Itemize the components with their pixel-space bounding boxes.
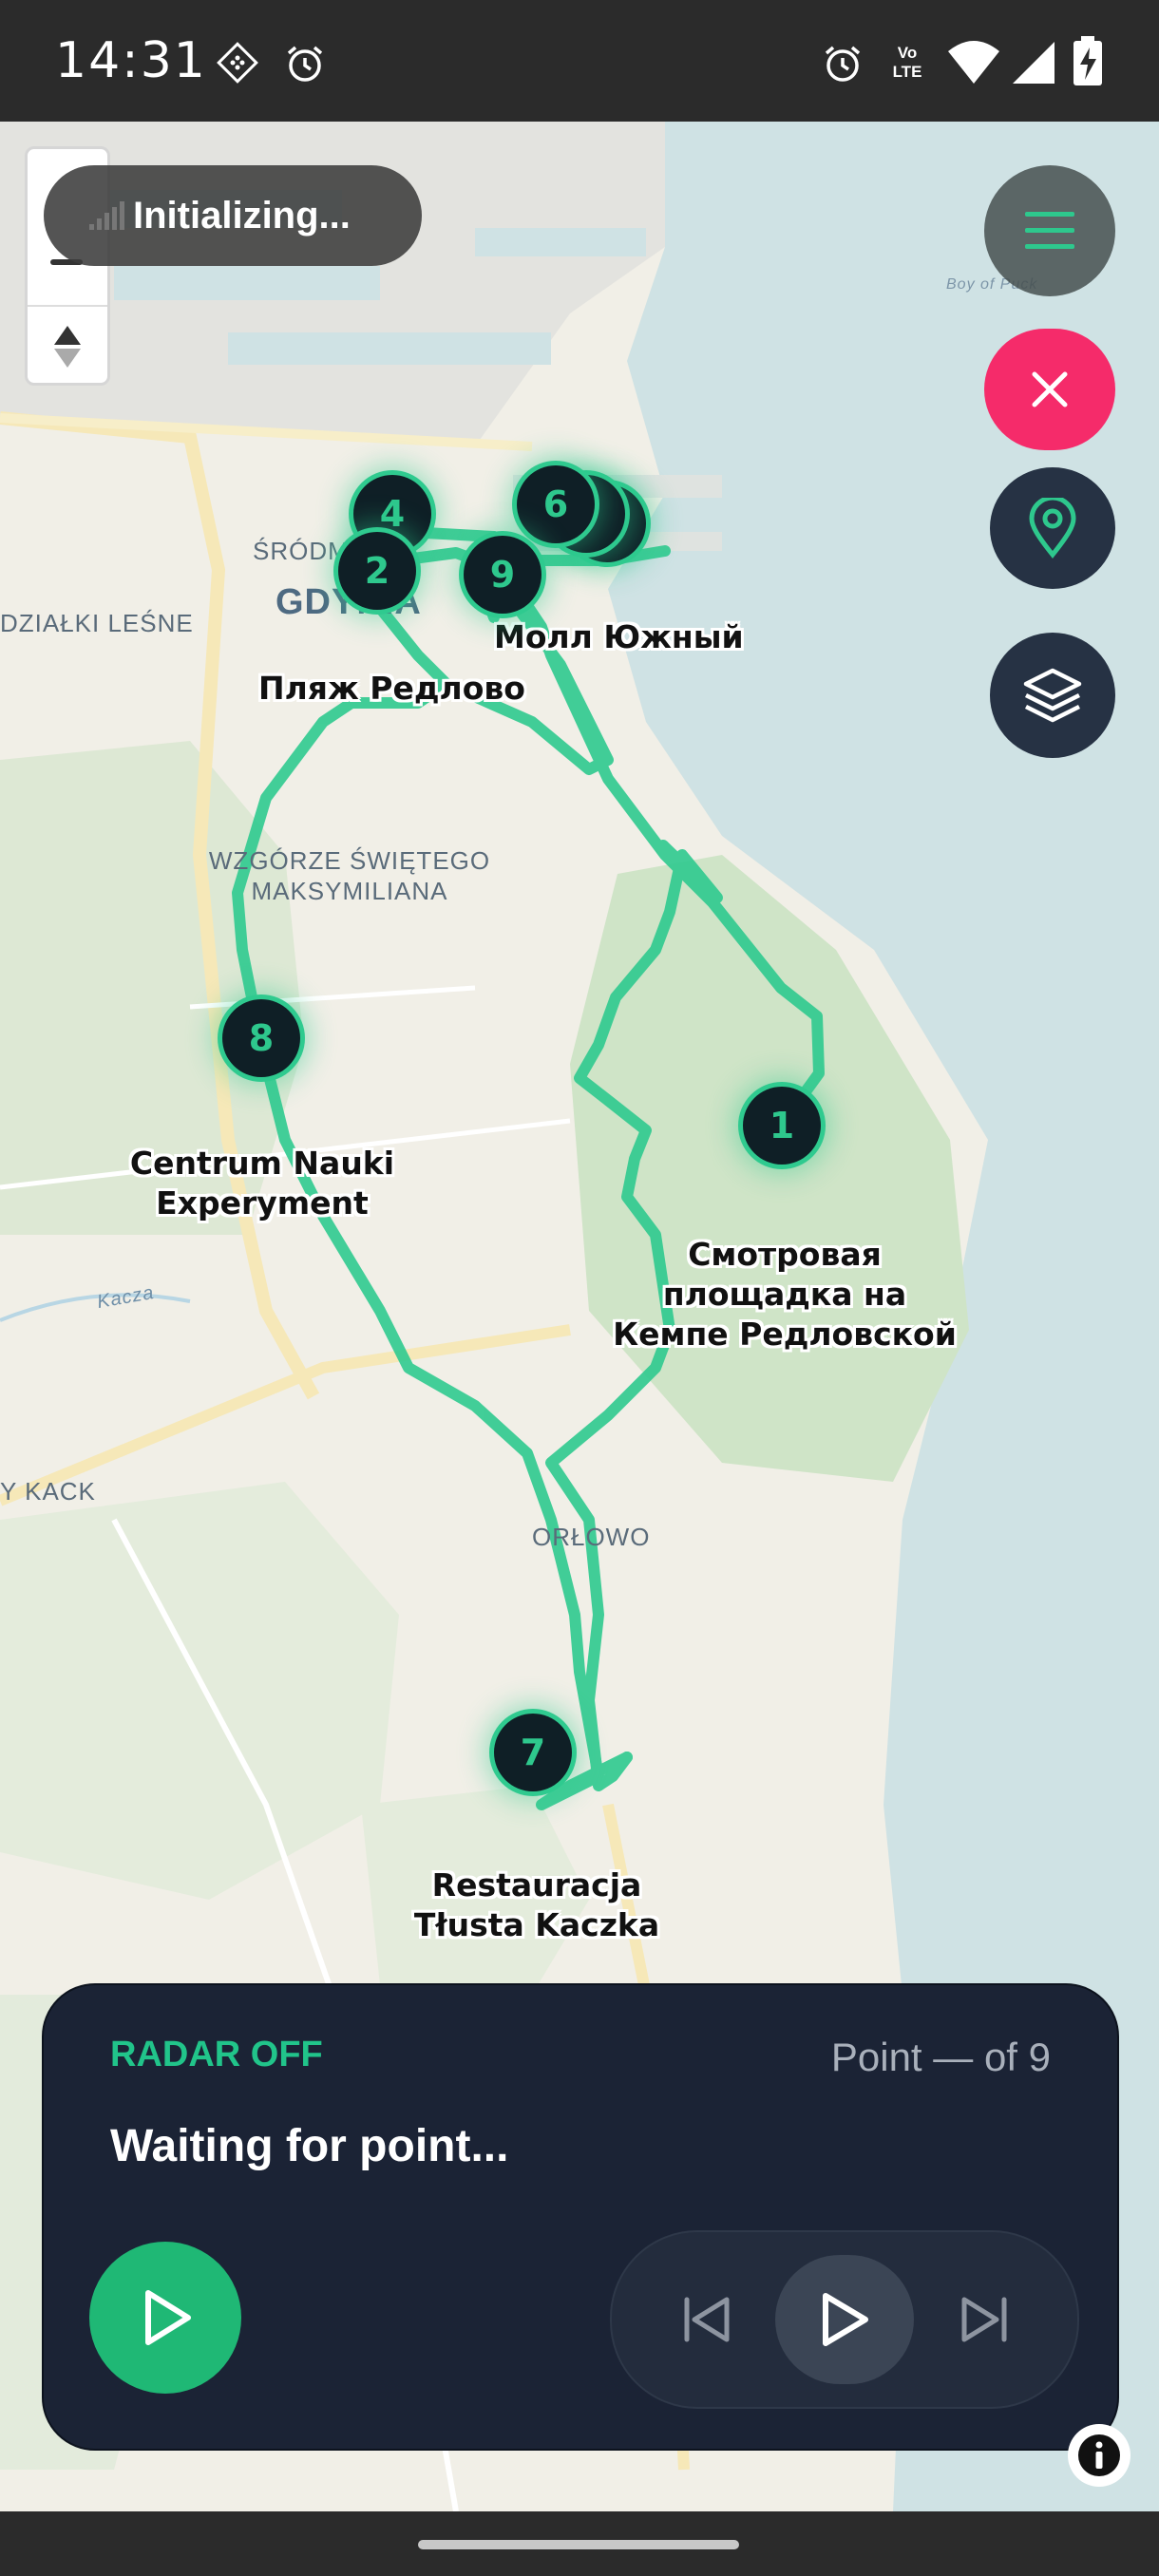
menu-button[interactable] [984, 165, 1115, 296]
area-label-orlowo: ORŁOWO [532, 1523, 651, 1551]
status-message: Waiting for point... [110, 2121, 509, 2171]
close-icon [1032, 371, 1068, 407]
map-layers-button[interactable] [990, 633, 1115, 758]
alarm-icon [287, 46, 323, 82]
battery-charging-icon [1074, 36, 1102, 85]
compass-icon[interactable] [50, 324, 85, 369]
poi-label-plyazh: Пляж Редлово [258, 670, 525, 707]
volte-icon: Vo LTE [892, 44, 922, 81]
route-marker-9[interactable]: 9 [464, 536, 542, 614]
map-attribution-button[interactable] [1068, 2424, 1130, 2487]
poi-label-centrum-nauki: Centrum Nauki Experyment [129, 1145, 395, 1222]
poi-label-restauracja: Restauracja Tłusta Kaczka [413, 1866, 660, 1943]
wifi-icon [948, 41, 999, 84]
poi-label-smotrovaya: Смотровая площадка на Кемпе Редловской [613, 1236, 957, 1353]
start-tour-button[interactable] [89, 2242, 241, 2394]
area-label-wzgorze: WZGÓRZE ŚWIĘTEGO MAKSYMILIANA [208, 846, 491, 905]
audio-player-controls [610, 2230, 1079, 2409]
route-marker-7[interactable]: 7 [494, 1714, 572, 1791]
route-marker-6[interactable]: 6 [517, 465, 595, 543]
home-gesture-handle[interactable] [418, 2540, 739, 2549]
point-counter: Point — of 9 [830, 2035, 1051, 2079]
route-marker-1[interactable]: 1 [743, 1087, 821, 1165]
area-label-dzialki-lesne: DZIAŁKI LEŚNE [0, 609, 194, 637]
system-navigation-bar [0, 2511, 1159, 2576]
play-icon [823, 2293, 868, 2346]
zoom-divider [28, 305, 107, 307]
initializing-toast: Initializing... [44, 165, 422, 266]
location-pin-icon [1029, 498, 1076, 559]
previous-point-button[interactable] [659, 2232, 754, 2407]
menu-icon [1025, 212, 1074, 249]
toast-label: Initializing... [133, 194, 351, 237]
play-icon [145, 2290, 191, 2345]
play-audio-button[interactable] [775, 2255, 914, 2384]
tour-control-panel: RADAR OFF Point — of 9 Waiting for point… [42, 1983, 1119, 2451]
area-label-srodmiescie: ŚRÓDM [253, 537, 350, 565]
status-bar: 14:31 Vo LTE [0, 0, 1159, 122]
info-icon [1078, 2434, 1120, 2476]
my-location-button[interactable] [990, 467, 1115, 589]
poi-label-moll: Молл Южный [494, 618, 744, 655]
skip-next-icon [961, 2297, 1007, 2342]
signal-bars-icon [89, 201, 124, 230]
route-marker-2[interactable]: 2 [338, 532, 416, 610]
layers-icon [1023, 668, 1082, 723]
status-time: 14:31 [55, 32, 207, 89]
cell-signal-icon [1013, 42, 1054, 84]
route-marker-8[interactable]: 8 [222, 999, 300, 1077]
alarm-icon [825, 46, 861, 82]
next-point-button[interactable] [937, 2232, 1032, 2407]
diamond-grid-icon [217, 42, 258, 84]
skip-previous-icon [684, 2297, 730, 2342]
area-label-kack: Y KACK [0, 1477, 96, 1506]
radar-status[interactable]: RADAR OFF [110, 2035, 323, 2075]
close-route-button[interactable] [984, 329, 1115, 450]
